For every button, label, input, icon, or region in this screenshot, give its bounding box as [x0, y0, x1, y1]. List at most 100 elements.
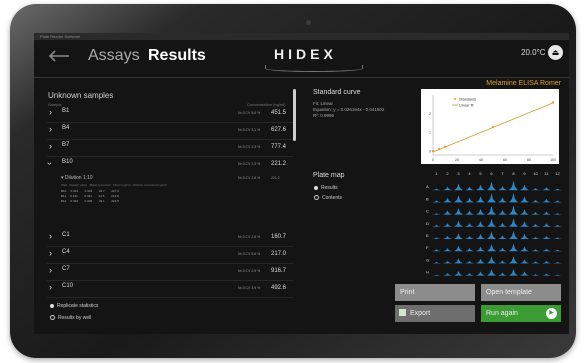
well-peak: [454, 245, 463, 252]
well-peak: [465, 223, 474, 227]
sample-row[interactable]: › C7 N=3 CV 0.9 % 916.7: [47, 263, 293, 281]
well-peak: [443, 235, 452, 239]
well-peak: [542, 248, 551, 252]
camera-icon: [306, 20, 311, 25]
run-again-button[interactable]: Run again ▶: [481, 305, 561, 322]
sample-value: 160.7: [271, 234, 287, 240]
well-peak: [443, 260, 452, 264]
samples-list[interactable]: › B1 N=3 CV 5.6 % 451.5 › B4 N=3 CV 3.1 % 627.…: [45, 105, 293, 299]
radio-plate-results[interactable]: Results: [314, 185, 338, 191]
well-peak: [432, 274, 441, 276]
well-peak: [432, 224, 441, 227]
radio-results-by-well[interactable]: Results by well: [50, 315, 91, 321]
plate-column-label: 8: [512, 171, 515, 176]
plate-map[interactable]: 1 2 3 4 5 6 7 8 9 10 11 12 A B C D E F G H: [423, 169, 563, 284]
well-peak: [476, 271, 485, 276]
well-peak: [498, 272, 507, 276]
sample-row[interactable]: › C4 N=3 CV 5.6 % 217.0: [47, 246, 293, 264]
samples-scrollbar[interactable]: [293, 89, 296, 141]
open-template-button[interactable]: Open template: [481, 284, 561, 301]
well-peak: [465, 197, 474, 203]
sample-row-expanded[interactable]: › B10 N=3 CV 2.3 % 221.2: [45, 156, 293, 173]
legend-marker-standards: [454, 98, 456, 100]
radio-plate-contents[interactable]: Contents: [314, 195, 342, 201]
plate-map-title: Plate map: [313, 172, 345, 179]
plate-column-label: 10: [533, 171, 538, 176]
well-peak: [476, 196, 485, 203]
well-peak: [509, 192, 518, 203]
sample-row[interactable]: › C10 N=3 CV 3.9 % 492.6: [47, 280, 293, 298]
sample-row[interactable]: › B7 N=3 CV 2.3 % 777.4: [47, 139, 293, 157]
unknown-samples-title: Unknown samples: [48, 91, 114, 100]
x-tick-label: 0: [432, 158, 434, 162]
sample-stat: N=3 CV 2.8 %: [238, 235, 261, 239]
chevron-right-icon: ›: [49, 282, 52, 292]
sample-row[interactable]: › C1 N=3 CV 2.8 % 160.7: [47, 229, 293, 247]
nav-results[interactable]: Results: [148, 47, 206, 65]
sample-value: 916.7: [271, 268, 287, 274]
standard-point: [431, 149, 435, 153]
plate-row-label: D: [426, 221, 429, 226]
print-button[interactable]: Print: [395, 284, 475, 301]
well-peak: [509, 268, 518, 276]
well-peak: [531, 236, 540, 239]
sample-value: 451.5: [271, 110, 287, 116]
chevron-down-icon: ›: [45, 162, 55, 165]
plate-row-label: B: [426, 196, 429, 201]
legend-label-standards: Standards: [459, 97, 476, 101]
well-peak: [476, 246, 485, 252]
well-peak: [498, 235, 507, 239]
chevron-right-icon: ›: [49, 231, 52, 241]
eject-button[interactable]: ⏏: [548, 45, 563, 60]
well-peak: [432, 237, 441, 239]
plate-column-label: 1: [435, 171, 438, 176]
well-peak: [520, 209, 529, 215]
plate-column-label: 11: [544, 171, 549, 176]
radio-replicate-statistics[interactable]: Replicate statistics: [50, 303, 98, 309]
well-peak: [476, 184, 485, 191]
sample-name: B10: [62, 159, 73, 165]
well-peak: [509, 218, 518, 227]
export-button[interactable]: Export: [395, 305, 475, 322]
well-peak: [465, 186, 474, 191]
well-peak: [465, 273, 474, 276]
sample-stat: N=3 CV 5.6 %: [238, 111, 261, 115]
plate-row-label: G: [426, 257, 429, 262]
well-peak: [498, 222, 507, 227]
header-divider: [34, 77, 569, 78]
well-peak: [443, 197, 452, 203]
title-bar: Plate Reader Software: [34, 33, 569, 40]
sample-row[interactable]: › B4 N=3 CV 3.1 % 627.6: [47, 122, 293, 140]
well-peak: [487, 218, 496, 227]
well-peak: [542, 273, 551, 276]
back-button[interactable]: [48, 47, 70, 65]
sample-row[interactable]: › B1 N=3 CV 5.6 % 451.5: [47, 105, 293, 123]
standard-point: [437, 147, 441, 151]
sample-name: C10: [62, 283, 74, 289]
sample-value: 777.4: [271, 144, 287, 150]
equation-label: Equation: y = 0.026194x - 0.041502: [313, 107, 385, 112]
plate-column-label: 3: [457, 171, 460, 176]
sample-value: 221.2: [271, 161, 287, 167]
well-peak: [454, 195, 463, 203]
dilution-title[interactable]: ▾ Dilution 1:10: [61, 175, 93, 181]
plate-column-label: 9: [523, 171, 526, 176]
chevron-right-icon: ›: [49, 248, 52, 258]
plate-row-label: C: [426, 209, 429, 214]
well-peak: [542, 187, 551, 191]
well-peak: [553, 188, 562, 191]
plate-column-label: 12: [555, 171, 560, 176]
y-tick-label: 2: [429, 112, 431, 116]
well-peak: [531, 274, 540, 276]
well-peak: [542, 235, 551, 239]
dilution-table-header: Well Reader value Blank corrected Fitted…: [61, 183, 167, 187]
well-peak: [498, 186, 507, 191]
well-peak: [465, 260, 474, 264]
well-peak: [553, 200, 562, 203]
standard-point: [551, 101, 555, 104]
sample-name: C4: [62, 249, 70, 255]
fit-label: Fit: Linear: [313, 101, 334, 106]
nav-assays[interactable]: Assays: [88, 47, 140, 65]
plate-column-label: 2: [446, 171, 449, 176]
well-peak: [509, 256, 518, 264]
